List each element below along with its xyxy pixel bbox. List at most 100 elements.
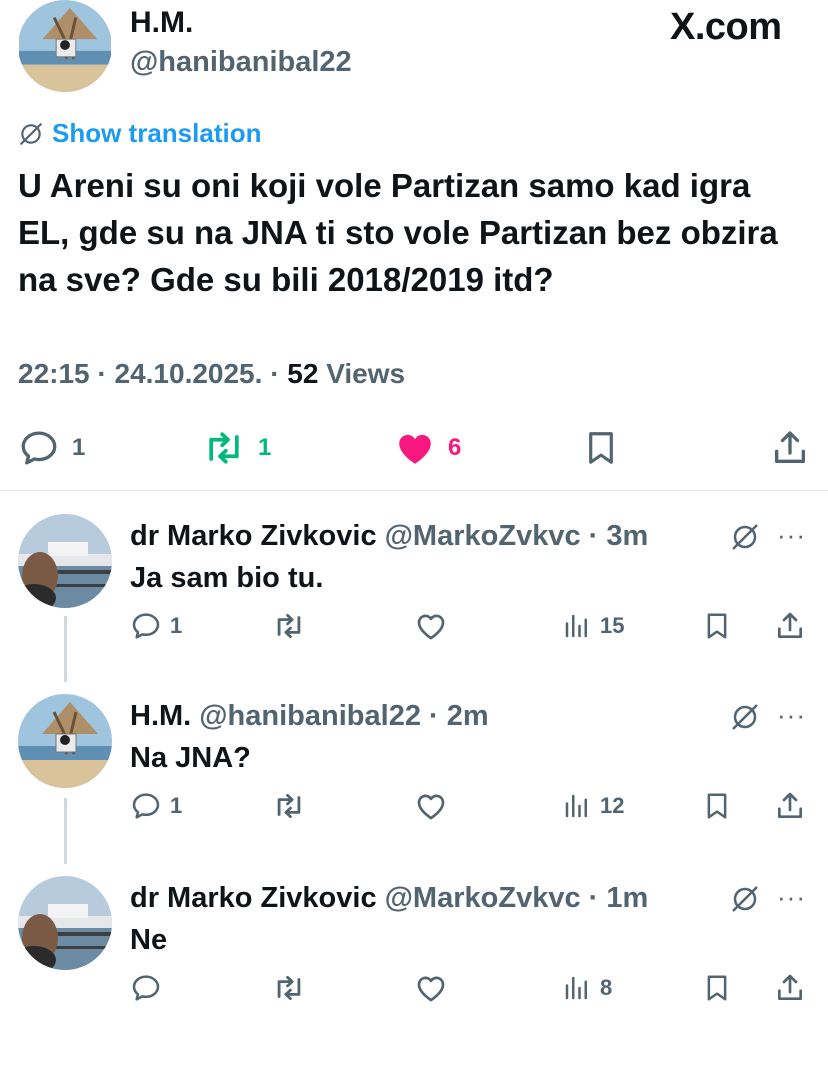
- reply-avatar[interactable]: [18, 514, 112, 608]
- reply-author-handle[interactable]: @hanibanibal22: [199, 700, 421, 732]
- reply-icon: [130, 790, 162, 822]
- share-icon: [774, 972, 806, 1004]
- more-options-button[interactable]: ···: [777, 700, 806, 731]
- reply-time[interactable]: 3m: [606, 520, 648, 552]
- reply-button[interactable]: 1: [130, 606, 182, 646]
- tweet-meta: 22:15 · 24.10.2025. · 52 Views: [18, 358, 405, 390]
- reply-actions: 1 15: [0, 606, 828, 646]
- retweet-button[interactable]: [272, 606, 306, 646]
- reply-button[interactable]: 1: [130, 786, 182, 826]
- reply-author-handle[interactable]: @MarkoZvkvc: [385, 520, 581, 552]
- reply-count: 1: [170, 793, 183, 818]
- brand-watermark: X.com: [670, 6, 782, 48]
- reply-text: Ja sam bio tu.: [130, 562, 324, 594]
- tweet-text: U Areni su oni koji vole Partizan samo k…: [18, 167, 778, 298]
- heart-icon: [414, 609, 448, 643]
- share-button[interactable]: [774, 786, 806, 826]
- reply-item[interactable]: dr Marko Zivkovic @MarkoZvkvc · 3m ··· J…: [0, 514, 828, 694]
- show-translation-label: Show translation: [52, 118, 262, 148]
- more-options-button[interactable]: ···: [777, 882, 806, 913]
- tweet-actions: 1 1 6: [0, 420, 828, 476]
- retweet-icon: [272, 971, 306, 1005]
- views-icon: [562, 973, 592, 1003]
- reply-button[interactable]: [130, 968, 170, 1008]
- reply-author-name[interactable]: dr Marko Zivkovic: [130, 520, 377, 552]
- reply-text: Ne: [130, 924, 168, 956]
- share-icon: [774, 790, 806, 822]
- retweet-button[interactable]: 1: [202, 420, 271, 476]
- more-options-button[interactable]: ···: [777, 520, 806, 551]
- views-button[interactable]: 12: [562, 786, 624, 826]
- bookmark-icon: [702, 610, 732, 642]
- views-button[interactable]: 8: [562, 968, 612, 1008]
- reply-icon: [130, 972, 162, 1004]
- retweet-icon: [272, 609, 306, 643]
- views-icon: [562, 611, 592, 641]
- tweet-timestamp[interactable]: 22:15 · 24.10.2025. ·: [18, 358, 287, 389]
- like-button[interactable]: [414, 968, 448, 1008]
- dot-separator: ·: [580, 520, 607, 552]
- reply-avatar[interactable]: [18, 694, 112, 788]
- bookmark-button[interactable]: [702, 606, 732, 646]
- like-button[interactable]: [414, 606, 448, 646]
- reply-author-handle[interactable]: @MarkoZvkvc: [385, 882, 581, 914]
- heart-icon: [414, 789, 448, 823]
- reply-text: Na JNA?: [130, 742, 251, 774]
- like-button[interactable]: 6: [394, 420, 461, 476]
- views-count: 52: [287, 358, 319, 389]
- reply-author-name[interactable]: dr Marko Zivkovic: [130, 882, 377, 914]
- translate-icon[interactable]: [730, 884, 760, 914]
- views-icon: [562, 791, 592, 821]
- like-button[interactable]: [414, 786, 448, 826]
- dot-separator: ·: [580, 882, 607, 914]
- author-handle[interactable]: @hanibanibal22: [130, 46, 352, 79]
- bookmark-button[interactable]: [702, 968, 732, 1008]
- reply-header: H.M. @hanibanibal22 · 2m: [130, 700, 489, 733]
- bookmark-button[interactable]: [702, 786, 732, 826]
- reply-count: 1: [170, 613, 183, 638]
- reply-actions: 1 12: [0, 786, 828, 826]
- translate-icon[interactable]: [730, 522, 760, 552]
- share-button[interactable]: [774, 606, 806, 646]
- reply-item[interactable]: dr Marko Zivkovic @MarkoZvkvc · 1m ··· N…: [0, 876, 828, 1056]
- retweet-count: 1: [258, 434, 272, 461]
- heart-filled-icon: [394, 427, 436, 469]
- views-count: 15: [600, 613, 625, 638]
- reply-actions: 8: [0, 968, 828, 1008]
- share-icon: [770, 427, 810, 469]
- reply-time[interactable]: 2m: [447, 700, 489, 732]
- reply-icon: [130, 610, 162, 642]
- heart-icon: [414, 971, 448, 1005]
- views-label: Views: [318, 358, 406, 389]
- globe-slash-icon: [18, 121, 44, 147]
- views-count: 8: [600, 975, 613, 1000]
- bookmark-button[interactable]: [582, 420, 620, 476]
- bookmark-icon: [582, 427, 620, 469]
- retweet-button[interactable]: [272, 968, 306, 1008]
- bookmark-icon: [702, 790, 732, 822]
- reply-button[interactable]: 1: [18, 420, 85, 476]
- share-icon: [774, 610, 806, 642]
- reply-time[interactable]: 1m: [606, 882, 648, 914]
- reply-header: dr Marko Zivkovic @MarkoZvkvc · 3m: [130, 520, 648, 553]
- dot-separator: ·: [420, 700, 447, 732]
- reply-icon: [18, 427, 60, 469]
- like-count: 6: [448, 434, 462, 461]
- reply-header: dr Marko Zivkovic @MarkoZvkvc · 1m: [130, 882, 648, 915]
- reply-count: 1: [72, 434, 86, 461]
- translate-icon[interactable]: [730, 702, 760, 732]
- reply-avatar[interactable]: [18, 876, 112, 970]
- views-button[interactable]: 15: [562, 606, 624, 646]
- reply-item[interactable]: H.M. @hanibanibal22 · 2m ··· Na JNA? 1 1…: [0, 694, 828, 874]
- reply-author-name[interactable]: H.M.: [130, 700, 191, 732]
- views-count: 12: [600, 793, 625, 818]
- author-name[interactable]: H.M.: [130, 6, 193, 40]
- share-button[interactable]: [774, 968, 806, 1008]
- share-button[interactable]: [770, 420, 810, 476]
- show-translation-link[interactable]: Show translation: [18, 118, 261, 149]
- retweet-button[interactable]: [272, 786, 306, 826]
- author-avatar[interactable]: [18, 0, 112, 92]
- bookmark-icon: [702, 972, 732, 1004]
- divider: [0, 490, 828, 491]
- retweet-icon: [272, 789, 306, 823]
